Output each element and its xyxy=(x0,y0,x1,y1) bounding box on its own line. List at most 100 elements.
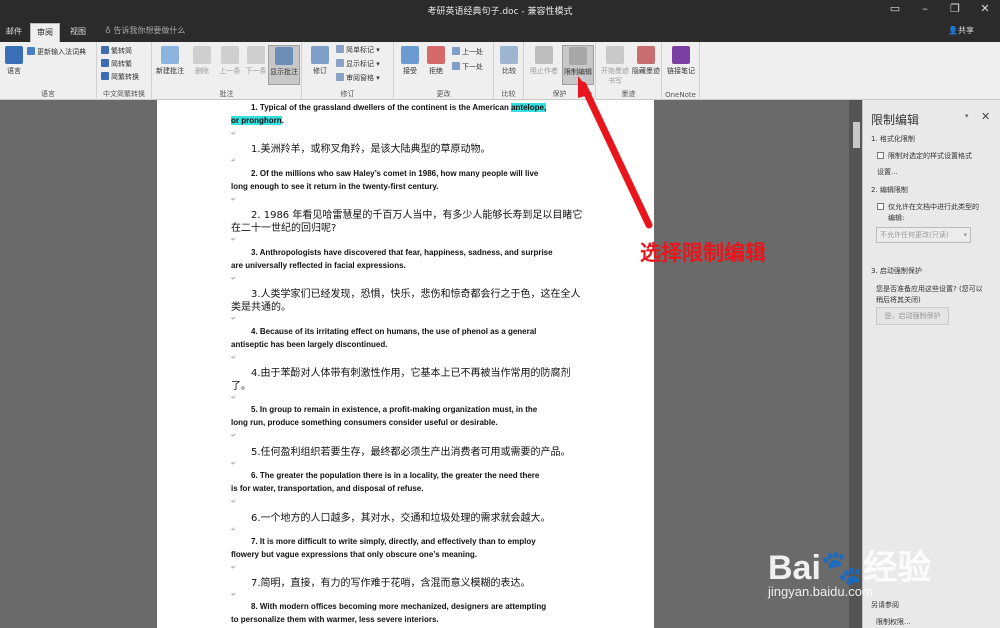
accept-button[interactable]: 接受 xyxy=(396,45,424,85)
section-editing: 2. 编辑限制 xyxy=(871,186,908,194)
review-pane-button[interactable]: 审阅窗格 ▾ xyxy=(336,73,380,84)
enforce-question: 您是否准备应用这些设置? (您可以 xyxy=(876,285,983,293)
group-language: 语言 更新输入法词典 语言 xyxy=(0,42,97,100)
previous-comment-button[interactable]: 上一条 xyxy=(216,45,244,85)
compare-button[interactable]: 比较 xyxy=(495,45,523,85)
ribbon-display-icon[interactable]: ▭ xyxy=(880,0,910,20)
simp-to-trad-button[interactable]: 简转繁 xyxy=(101,59,132,70)
close-button[interactable]: ✕ xyxy=(970,0,1000,20)
paragraph-mark: ↵ xyxy=(231,157,237,164)
review-pane-icon xyxy=(336,73,344,81)
paragraph-mark: ↵ xyxy=(231,591,237,598)
title-bar: 考研英语经典句子.doc - 兼容性模式 ▭ – ❐ ✕ xyxy=(0,0,1000,20)
word-window: 考研英语经典句子.doc - 兼容性模式 ▭ – ❐ ✕ 邮件 审阅 视图 ♁ … xyxy=(0,0,1000,628)
text-line: or pronghorn. xyxy=(231,116,284,125)
group-label: 修订 xyxy=(340,90,355,98)
editing-checkbox[interactable] xyxy=(877,203,884,210)
minimize-button[interactable]: – xyxy=(910,0,940,20)
track-changes-icon xyxy=(311,46,329,64)
text-line: 4.由于苯酚对人体带有刺激性作用，它基本上已不再被当作常用的防腐剂 xyxy=(251,368,571,379)
group-ink: 开始墨迹书写 隐藏墨迹 墨迹 xyxy=(596,42,662,100)
panel-title: 限制编辑 xyxy=(871,113,920,127)
text-line: 4. Because of its irritating effect on h… xyxy=(251,327,537,336)
close-icon[interactable]: ✕ xyxy=(981,110,990,123)
convert-icon xyxy=(101,72,109,80)
text-line: 3.人类学家们已经发现，恐惧，快乐，悲伤和惊奇都会行之于色，这在全人 xyxy=(251,289,581,300)
watermark-url: jingyan.baidu.com xyxy=(768,584,873,599)
reject-icon xyxy=(427,46,445,64)
group-label: 中文简繁转换 xyxy=(103,90,145,98)
hide-ink-button[interactable]: 隐藏墨迹 xyxy=(632,45,660,85)
group-label: OneNote xyxy=(665,91,696,99)
text-line: 在二十一世纪的回归呢? xyxy=(231,223,337,234)
section-enforce: 3. 启动强制保护 xyxy=(871,267,922,275)
new-comment-button[interactable]: 新建批注 xyxy=(156,45,184,85)
settings-link[interactable]: 设置... xyxy=(877,167,898,177)
text-line: are universally reflected in facial expr… xyxy=(231,261,406,270)
trad-to-simp-button[interactable]: 繁转简 xyxy=(101,46,132,57)
editing-type-select[interactable]: 不允许任何更改(只读) ▾ xyxy=(876,227,971,243)
group-label: 批注 xyxy=(219,90,234,98)
convert-icon xyxy=(101,46,109,54)
paragraph-mark: ↵ xyxy=(231,236,237,243)
language-button[interactable]: 语言 xyxy=(0,45,28,85)
paragraph-mark: ↵ xyxy=(231,354,237,361)
formatting-checkbox[interactable] xyxy=(877,152,884,159)
tell-me-search[interactable]: ♁ 告诉我你想要做什么 xyxy=(105,25,185,36)
paragraph-mark: ↵ xyxy=(231,460,237,467)
reject-button[interactable]: 拒绝 xyxy=(422,45,450,85)
tab-mailings[interactable]: 邮件 xyxy=(0,23,28,42)
baidu-watermark: Bai🐾经验 xyxy=(768,549,932,587)
block-authors-button[interactable]: 阻止作者 xyxy=(528,45,560,85)
document-page[interactable]: 1. Typical of the grassland dwellers of … xyxy=(157,100,654,628)
scrollbar-thumb[interactable] xyxy=(853,122,860,148)
restrict-editing-button[interactable]: 限制编辑 xyxy=(562,45,594,85)
group-tracking: 修订 简单标记 ▾ 显示标记 ▾ 审阅窗格 ▾ 修订 xyxy=(302,42,394,100)
delete-comment-button[interactable]: 删除 xyxy=(188,45,216,85)
start-inking-button[interactable]: 开始墨迹书写 xyxy=(600,45,630,85)
chinese-convert-button[interactable]: 简繁转换 xyxy=(101,72,139,83)
ribbon: 语言 更新输入法词典 语言 繁转简 简转繁 简繁转换 中文简繁转换 新建批注 删… xyxy=(0,42,1000,100)
restore-button[interactable]: ❐ xyxy=(940,0,970,20)
paragraph-mark: ↵ xyxy=(231,498,237,505)
tab-review[interactable]: 审阅 xyxy=(30,23,60,42)
text-line: 3. Anthropologists have discovered that … xyxy=(251,248,553,257)
track-changes-button[interactable]: 修订 xyxy=(306,45,334,85)
onenote-icon xyxy=(672,46,690,64)
text-line: 1. Typical of the grassland dwellers of … xyxy=(251,103,547,112)
window-title: 考研英语经典句子.doc - 兼容性模式 xyxy=(427,7,573,17)
next-change-button[interactable]: 下一处 xyxy=(452,62,483,73)
start-enforcing-button[interactable]: 是，启动强制保护 xyxy=(876,307,949,325)
group-label: 保护 xyxy=(552,90,567,98)
panel-options-icon[interactable]: ▾ xyxy=(965,112,969,120)
show-comments-button[interactable]: 显示批注 xyxy=(268,45,300,85)
see-also-heading: 另请参阅 xyxy=(871,601,899,609)
paragraph-mark: ↵ xyxy=(231,432,237,439)
group-label: 语言 xyxy=(41,90,55,98)
previous-change-button[interactable]: 上一处 xyxy=(452,47,483,58)
text-line: 6.一个地方的人口越多，其对水，交通和垃圾处理的需求就会越大。 xyxy=(251,513,551,524)
share-button[interactable]: 👤共享 xyxy=(948,25,974,36)
hide-ink-icon xyxy=(637,46,655,64)
group-protect: 阻止作者 限制编辑 保护 xyxy=(524,42,596,100)
show-markup-button[interactable]: 显示标记 ▾ xyxy=(336,59,380,70)
text-line: 7. It is more difficult to write simply,… xyxy=(251,537,536,546)
delete-comment-icon xyxy=(193,46,211,64)
next-comment-button[interactable]: 下一条 xyxy=(242,45,270,85)
document-area: 1. Typical of the grassland dwellers of … xyxy=(0,100,862,628)
language-icon xyxy=(5,46,23,64)
group-label: 墨迹 xyxy=(621,90,636,98)
text-line: flowery but vague expressions that only … xyxy=(231,550,477,559)
convert-icon xyxy=(101,59,109,67)
linked-notes-button[interactable]: 链接笔记 xyxy=(667,45,695,85)
paragraph-mark: ↵ xyxy=(231,394,237,401)
update-ime-button[interactable]: 更新输入法词典 xyxy=(27,47,86,58)
person-icon: 👤 xyxy=(948,26,958,35)
paragraph-mark: ↵ xyxy=(231,315,237,322)
markup-dropdown[interactable]: 简单标记 ▾ xyxy=(336,45,380,56)
text-line: 1.美洲羚羊，或称叉角羚，是该大陆典型的草原动物。 xyxy=(251,144,491,155)
tab-view[interactable]: 视图 xyxy=(64,23,92,42)
paragraph-mark: ↵ xyxy=(231,564,237,571)
restrict-permission-link[interactable]: 限制权限... xyxy=(876,617,911,627)
chevron-down-icon: ▾ xyxy=(963,231,967,239)
